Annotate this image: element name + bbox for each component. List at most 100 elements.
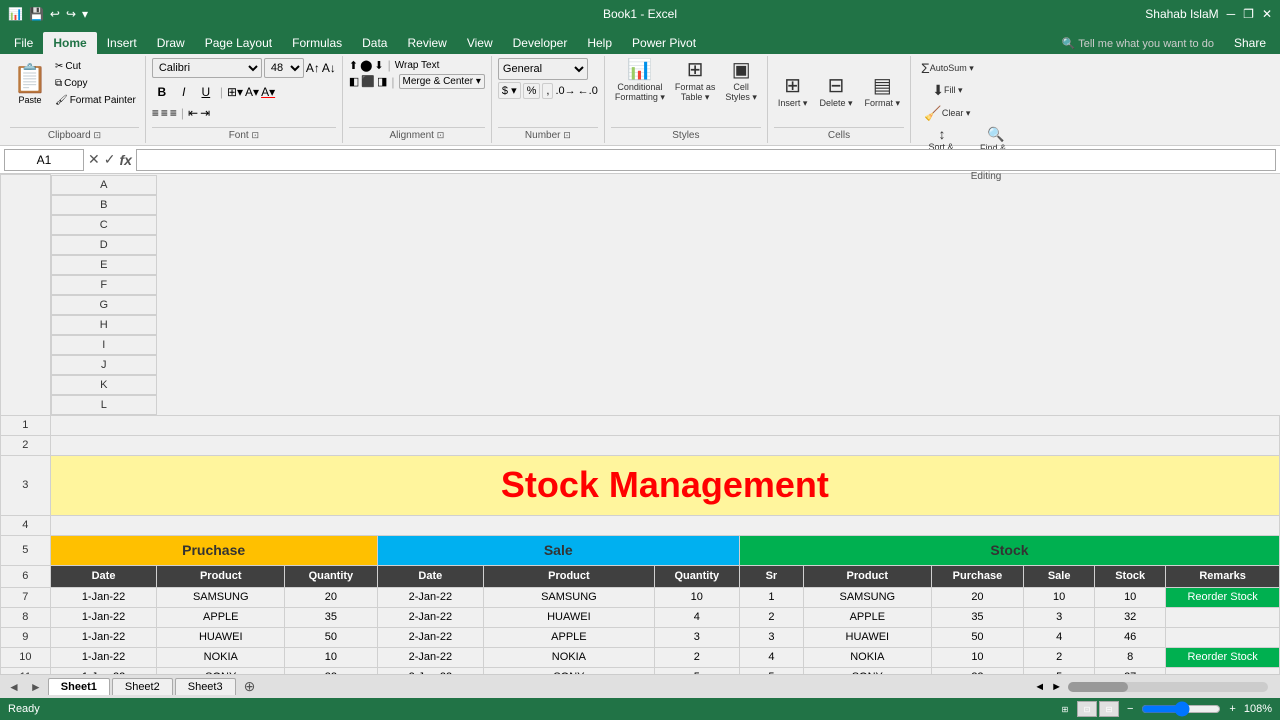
font-name-select[interactable]: Calibri	[152, 58, 262, 78]
paste-button[interactable]: 📋 Paste	[10, 58, 50, 108]
col-header-A[interactable]: A	[51, 175, 157, 195]
reorder-cell[interactable]: Reorder Stock	[1166, 647, 1280, 667]
cell[interactable]: 2-Jan-22	[377, 667, 484, 674]
tab-draw[interactable]: Draw	[147, 32, 195, 54]
conditional-formatting-button[interactable]: 📊 ConditionalFormatting ▾	[611, 58, 669, 105]
valign-bottom-button[interactable]: ⬇	[374, 59, 383, 72]
cell[interactable]: 4	[739, 647, 803, 667]
stock-header[interactable]: Stock	[739, 535, 1279, 565]
cell[interactable]: 4	[1024, 627, 1095, 647]
cell[interactable]: 32	[1095, 607, 1166, 627]
cell[interactable]: 3	[654, 627, 739, 647]
page-break-view-button[interactable]: ⊟	[1099, 701, 1119, 717]
cell[interactable]: 10	[931, 647, 1023, 667]
cell[interactable]: SAMSUNG	[157, 587, 285, 607]
zoom-increase-button[interactable]: +	[1229, 703, 1235, 715]
cell[interactable]: 20	[931, 587, 1023, 607]
col-header-J[interactable]: J	[51, 355, 157, 375]
col-header-L[interactable]: L	[51, 395, 157, 415]
cell[interactable]: 32	[931, 667, 1023, 674]
insert-button[interactable]: ⊞ Insert ▾	[774, 74, 812, 111]
fill-button[interactable]: ⬇ Fill ▾	[928, 80, 966, 101]
tab-developer[interactable]: Developer	[503, 32, 578, 54]
fill-color-button[interactable]: A▾	[245, 85, 259, 99]
name-box[interactable]	[4, 149, 84, 171]
cell[interactable]: 50	[931, 627, 1023, 647]
scroll-right-button[interactable]: ►	[1051, 681, 1062, 693]
tab-power-pivot[interactable]: Power Pivot	[622, 32, 706, 54]
underline-button[interactable]: U	[196, 82, 216, 102]
cell[interactable]: 5	[654, 667, 739, 674]
cell[interactable]: APPLE	[157, 607, 285, 627]
cell[interactable]: 2	[654, 647, 739, 667]
cell-1[interactable]	[50, 415, 1279, 435]
cell[interactable]: 2	[1024, 647, 1095, 667]
cell[interactable]: 8	[1095, 647, 1166, 667]
cell[interactable]: 5	[1024, 667, 1095, 674]
cell[interactable]: 32	[285, 667, 377, 674]
cell[interactable]: 1-Jan-22	[50, 587, 157, 607]
col-header-D[interactable]: D	[51, 235, 157, 255]
decrease-decimal-button[interactable]: ←.0	[578, 85, 598, 97]
cell[interactable]: 5	[739, 667, 803, 674]
valign-mid-button[interactable]: ⬤	[360, 59, 372, 72]
next-sheet-button[interactable]: ►	[26, 680, 46, 694]
cell[interactable]: HUAWEI	[484, 607, 655, 627]
quick-access-save[interactable]: 💾	[29, 7, 44, 21]
cell-2[interactable]	[50, 435, 1279, 455]
cell[interactable]: 3	[739, 627, 803, 647]
col-header-E[interactable]: E	[51, 255, 157, 275]
tab-file[interactable]: File	[4, 32, 43, 54]
valign-top-button[interactable]: ⬆	[349, 59, 358, 72]
format-button[interactable]: ▤ Format ▾	[861, 74, 905, 111]
number-format-select[interactable]: General	[498, 58, 588, 80]
cell[interactable]: 35	[285, 607, 377, 627]
cell[interactable]: SONY	[484, 667, 655, 674]
cell[interactable]: 1-Jan-22	[50, 627, 157, 647]
comma-button[interactable]: ,	[542, 83, 553, 99]
cell[interactable]	[1166, 627, 1280, 647]
format-painter-button[interactable]: 🖌 Format Painter	[52, 92, 139, 108]
horizontal-scrollbar[interactable]	[1068, 682, 1268, 692]
copy-button[interactable]: ⧉ Copy	[52, 75, 139, 91]
cell[interactable]: 46	[1095, 627, 1166, 647]
cell-styles-button[interactable]: ▣ CellStyles ▾	[721, 58, 761, 105]
tab-home[interactable]: Home	[43, 32, 96, 54]
cell[interactable]: NOKIA	[484, 647, 655, 667]
align-center-button2[interactable]: ⬛	[361, 75, 375, 88]
reorder-cell[interactable]: Reorder Stock	[1166, 587, 1280, 607]
cell[interactable]: 50	[285, 627, 377, 647]
cell[interactable]: HUAWEI	[803, 627, 931, 647]
formula-icon[interactable]: fx	[119, 152, 131, 168]
cell[interactable]: SAMSUNG	[803, 587, 931, 607]
format-as-table-button[interactable]: ⊞ Format asTable ▾	[671, 58, 720, 105]
purchase-header[interactable]: Pruchase	[50, 535, 377, 565]
decrease-font-icon[interactable]: A↓	[322, 61, 336, 75]
cell[interactable]: APPLE	[484, 627, 655, 647]
cell[interactable]	[1166, 667, 1280, 674]
tab-formulas[interactable]: Formulas	[282, 32, 352, 54]
zoom-decrease-button[interactable]: −	[1127, 703, 1133, 715]
col-header-F[interactable]: F	[51, 275, 157, 295]
cancel-icon[interactable]: ✕	[88, 151, 100, 168]
sheet-tab-1[interactable]: Sheet1	[48, 678, 110, 695]
cell[interactable]: 10	[285, 647, 377, 667]
indent-increase-button[interactable]: ⇥	[200, 106, 210, 120]
delete-button[interactable]: ⊟ Delete ▾	[815, 74, 856, 111]
cell[interactable]: 1-Jan-22	[50, 607, 157, 627]
col-header-I[interactable]: I	[51, 335, 157, 355]
cell[interactable]: HUAWEI	[157, 627, 285, 647]
cell[interactable]: 1-Jan-22	[50, 647, 157, 667]
currency-button[interactable]: $ ▾	[498, 82, 521, 99]
increase-font-icon[interactable]: A↑	[306, 61, 320, 75]
tab-help[interactable]: Help	[577, 32, 622, 54]
tab-page-layout[interactable]: Page Layout	[195, 32, 282, 54]
quick-access-undo[interactable]: ↩	[50, 7, 60, 21]
tab-review[interactable]: Review	[397, 32, 456, 54]
cell[interactable]: 27	[1095, 667, 1166, 674]
cell[interactable]: 2	[739, 607, 803, 627]
cell[interactable]: APPLE	[803, 607, 931, 627]
align-left-button2[interactable]: ◧	[349, 75, 359, 88]
add-sheet-button[interactable]: ⊕	[238, 676, 262, 697]
zoom-slider[interactable]	[1141, 701, 1221, 717]
